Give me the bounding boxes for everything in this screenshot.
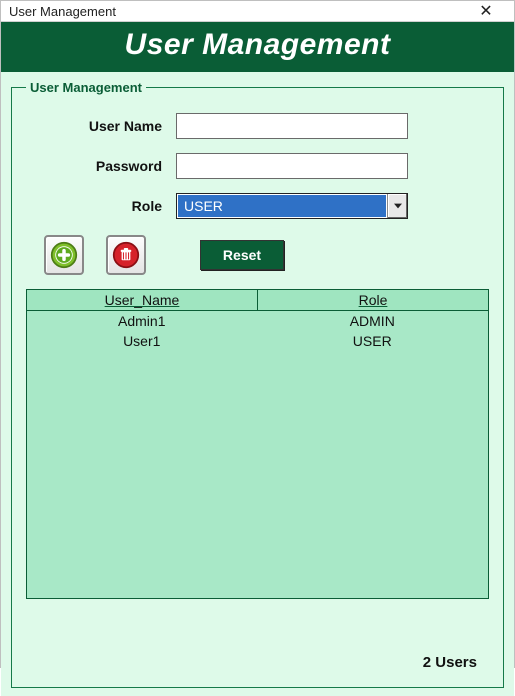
table-header: User_Name Role [27,290,488,311]
users-table: User_Name Role Admin1 ADMIN User1 USER [26,289,489,599]
row-username: User Name [26,113,489,139]
user-management-group: User Management User Name Password Role … [11,80,504,688]
table-body: Admin1 ADMIN User1 USER [27,311,488,351]
role-select[interactable]: USER [176,193,408,219]
close-icon[interactable]: ✕ [466,1,506,21]
window: User Management ✕ User Management User M… [0,0,515,668]
cell-role: USER [258,331,489,351]
cell-username: Admin1 [27,311,258,331]
role-selected-value: USER [178,195,386,217]
row-password: Password [26,153,489,179]
content-area: User Management User Name Password Role … [1,72,514,696]
column-header-username[interactable]: User_Name [27,290,258,310]
banner-title: User Management [1,28,514,62]
cell-username: User1 [27,331,258,351]
cell-role: ADMIN [258,311,489,331]
group-legend: User Management [26,80,146,95]
role-label: Role [26,198,176,214]
username-label: User Name [26,118,176,134]
username-input[interactable] [176,113,408,139]
table-row[interactable]: Admin1 ADMIN [27,311,488,331]
banner: User Management [1,22,514,72]
password-label: Password [26,158,176,174]
add-button[interactable] [44,235,84,275]
password-input[interactable] [176,153,408,179]
row-role: Role USER [26,193,489,219]
table-row[interactable]: User1 USER [27,331,488,351]
delete-button[interactable] [106,235,146,275]
add-icon [50,241,78,269]
status-count: 2 Users [423,654,477,671]
window-title: User Management [9,4,116,19]
column-header-role[interactable]: Role [258,290,488,310]
action-buttons: Reset [44,235,489,275]
trash-icon [112,241,140,269]
titlebar: User Management ✕ [1,1,514,22]
reset-button[interactable]: Reset [200,240,284,270]
chevron-down-icon[interactable] [387,194,407,218]
